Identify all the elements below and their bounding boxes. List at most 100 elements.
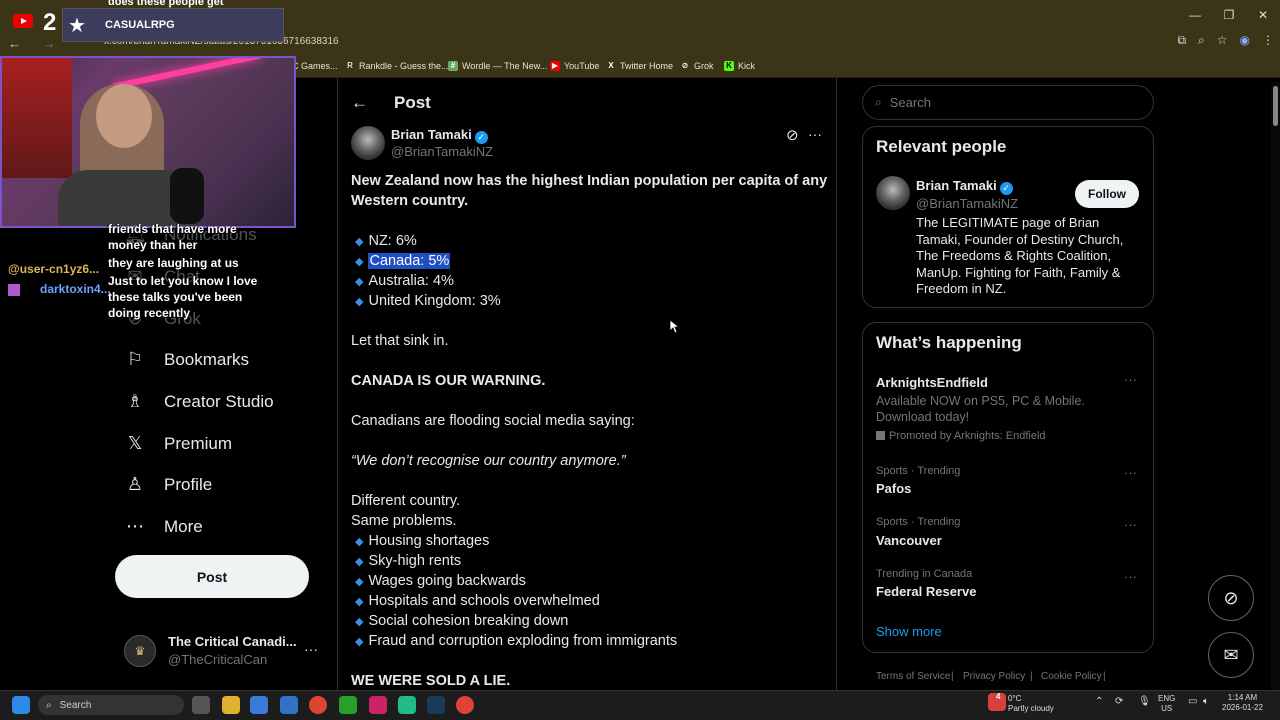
chat-message: does these people get: [108, 0, 224, 8]
back-arrow-icon[interactable]: ←: [351, 93, 368, 113]
nav-premium[interactable]: 𝕏 Premium: [124, 433, 232, 454]
nav-creator-studio[interactable]: ♗ Creator Studio: [124, 391, 274, 412]
post-list-item: ◆ Hospitals and schools overwhelmed: [351, 593, 600, 609]
bookmark-item[interactable]: ⊘ Grok: [680, 61, 714, 71]
chat-message: Just to let you know I love these talks …: [108, 274, 258, 320]
bookmark-item[interactable]: X Twitter Home: [606, 61, 673, 71]
grok-explain-icon[interactable]: ⊘: [786, 126, 799, 144]
post-header: ← Post: [351, 93, 431, 113]
nav-profile[interactable]: ♙ Profile: [124, 474, 212, 495]
volume-icon[interactable]: 🔈︎: [1203, 697, 1209, 707]
footer-link[interactable]: Cookie Policy: [1041, 671, 1102, 682]
file-explorer-icon[interactable]: [222, 696, 240, 714]
nav-more[interactable]: ⋯ More: [124, 516, 203, 537]
bookmark-item[interactable]: K Kick: [724, 61, 755, 71]
x-logo-icon: 𝕏: [127, 433, 143, 453]
weather-widget[interactable]: 0°C Partly cloudy: [1008, 694, 1054, 714]
bookmark-item[interactable]: C Games...: [292, 61, 338, 71]
trend-meta: Sports · Trending: [876, 516, 961, 528]
steam-icon[interactable]: [427, 696, 445, 714]
footer-link[interactable]: Privacy Policy: [963, 671, 1025, 682]
date-label: 2026-01-22: [1222, 703, 1263, 712]
forward-arrow-icon[interactable]: →: [43, 36, 56, 51]
author-name-row[interactable]: Brian Tamaki ✓: [391, 127, 488, 144]
network-icon[interactable]: ▭: [1188, 697, 1197, 707]
post-list-item: ◆ Canada: 5%: [351, 253, 451, 269]
mail-app-icon[interactable]: [280, 696, 298, 714]
scrollbar[interactable]: [1271, 82, 1280, 690]
bookmark-item[interactable]: ▶ YouTube: [550, 61, 599, 71]
bookmark-item[interactable]: # Wordle — The New...: [448, 61, 547, 71]
tray-app-icon[interactable]: ⟳: [1115, 697, 1123, 707]
app-icon[interactable]: [398, 696, 416, 714]
lang-label: ENG: [1158, 694, 1176, 703]
show-more-link[interactable]: Show more: [876, 624, 942, 639]
windows-start-icon[interactable]: [12, 696, 30, 714]
trend-name[interactable]: ArknightsEndfield: [876, 375, 988, 390]
app-icon[interactable]: [369, 696, 387, 714]
footer-link[interactable]: Terms of Service: [876, 671, 950, 682]
zoom-icon[interactable]: ⌕: [1198, 33, 1205, 48]
verified-icon: ✓: [999, 182, 1013, 195]
close-window-button[interactable]: ✕: [1246, 0, 1280, 30]
microphone-icon[interactable]: 🎙︎: [1138, 697, 1151, 707]
grok-fab-button[interactable]: ⊘: [1208, 575, 1254, 621]
more-dots-icon[interactable]: ···: [1124, 517, 1137, 532]
maximize-button[interactable]: ❐: [1212, 0, 1246, 30]
bookmark-item[interactable]: R Rankdle - Guess the...: [345, 61, 449, 71]
scrollbar-thumb[interactable]: [1273, 86, 1278, 126]
more-dots-icon[interactable]: ···: [1124, 372, 1137, 387]
menu-icon[interactable]: ⋮: [1262, 33, 1274, 48]
task-view-icon[interactable]: [192, 696, 210, 714]
chat-username: darktoxin4...: [40, 282, 111, 296]
youtube-icon: ▶: [550, 61, 560, 71]
taskbar-search-label: Search: [59, 699, 92, 711]
star-bookmark-icon[interactable]: ☆: [1217, 33, 1228, 48]
mail-icon: ✉: [1223, 644, 1239, 665]
author-handle[interactable]: @BrianTamakiNZ: [391, 144, 493, 159]
weather-temp: 0°C: [1008, 694, 1022, 703]
more-dots-icon[interactable]: ···: [304, 641, 318, 657]
trend-name[interactable]: Pafos: [876, 481, 911, 496]
chrome-icon[interactable]: [309, 696, 327, 714]
trend-name[interactable]: Federal Reserve: [876, 584, 976, 599]
bookmark-icon: ⚐: [126, 349, 144, 369]
clock[interactable]: 1:14 AM 2026-01-22: [1222, 693, 1263, 713]
back-arrow-icon[interactable]: ←: [8, 36, 21, 51]
more-dots-icon[interactable]: ···: [1124, 465, 1137, 480]
diamond-icon: ◆: [355, 236, 364, 248]
nav-bookmarks[interactable]: ⚐ Bookmarks: [124, 349, 249, 370]
verified-icon: ✓: [474, 131, 488, 144]
account-switcher[interactable]: ♛ The Critical Canadi... @TheCriticalCan…: [124, 633, 324, 669]
relevant-name-row[interactable]: Brian Tamaki ✓: [916, 178, 1013, 195]
trend-name[interactable]: Vancouver: [876, 533, 942, 548]
post-button[interactable]: Post: [115, 555, 309, 598]
bookmark-label: Rankdle - Guess the...: [359, 61, 449, 71]
more-dots-icon[interactable]: ···: [1124, 569, 1137, 584]
follow-button[interactable]: Follow: [1075, 180, 1139, 208]
relevant-handle[interactable]: @BrianTamakiNZ: [916, 196, 1018, 211]
diamond-icon: ◆: [355, 256, 364, 268]
webcam-feed: [0, 56, 296, 228]
xbox-icon[interactable]: [339, 696, 357, 714]
store-icon[interactable]: [250, 696, 268, 714]
more-dots-icon[interactable]: ···: [808, 126, 822, 142]
avatar[interactable]: [876, 176, 910, 210]
nav-label: More: [164, 516, 203, 536]
kick-icon: K: [724, 61, 734, 71]
author-avatar[interactable]: [351, 126, 385, 160]
search-input[interactable]: [889, 95, 1130, 110]
taskbar-search[interactable]: ⌕ Search: [38, 695, 184, 715]
search-box[interactable]: ⌕: [862, 85, 1154, 120]
person-icon: ♙: [126, 474, 144, 494]
minimize-button[interactable]: —: [1178, 0, 1212, 30]
microphone-icon: [170, 168, 204, 224]
list-text: Fraud and corruption exploding from immi…: [368, 633, 678, 649]
extension-icon[interactable]: ◉: [1240, 33, 1250, 48]
chrome-active-icon[interactable]: [456, 696, 474, 714]
messages-fab-button[interactable]: ✉: [1208, 632, 1254, 678]
tray-chevron-icon[interactable]: ⌃: [1095, 697, 1103, 707]
install-icon[interactable]: ⧉: [1177, 33, 1186, 48]
language-indicator[interactable]: ENG US: [1158, 694, 1175, 714]
list-text: United Kingdom: 3%: [368, 293, 501, 309]
